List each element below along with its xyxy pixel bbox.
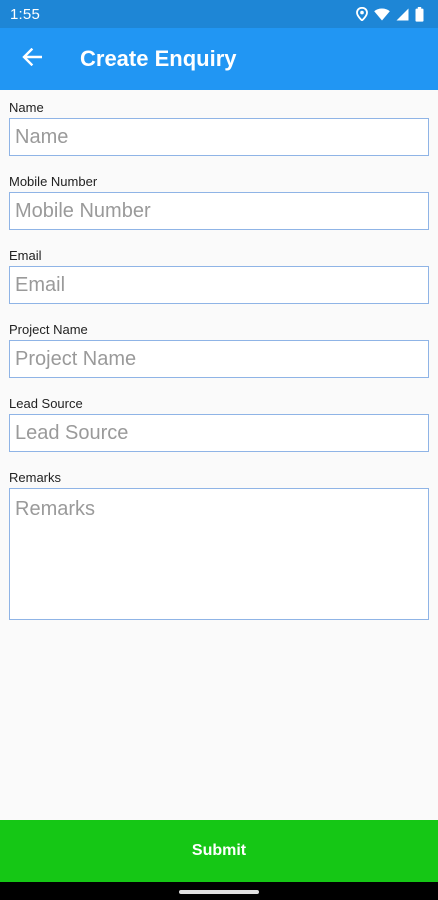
app-bar: Create Enquiry bbox=[0, 28, 438, 90]
remarks-field-group: Remarks bbox=[9, 468, 429, 625]
submit-button[interactable]: Submit bbox=[0, 820, 438, 882]
mobile-number-label: Mobile Number bbox=[9, 174, 98, 189]
lead-source-input[interactable] bbox=[9, 414, 429, 452]
email-field-group: Email bbox=[9, 246, 429, 304]
battery-icon bbox=[415, 6, 424, 22]
remarks-label: Remarks bbox=[9, 470, 62, 485]
mobile-number-input[interactable] bbox=[9, 192, 429, 230]
page-title: Create Enquiry bbox=[80, 46, 237, 71]
status-bar: 1:55 bbox=[0, 0, 438, 28]
lead-source-label: Lead Source bbox=[9, 396, 83, 411]
remarks-textarea[interactable] bbox=[9, 488, 429, 620]
signal-icon bbox=[396, 8, 409, 21]
location-icon bbox=[356, 7, 368, 21]
enquiry-form: Name Mobile Number Email Project Name Le… bbox=[0, 90, 438, 820]
lead-source-field-group: Lead Source bbox=[9, 394, 429, 452]
project-name-label: Project Name bbox=[9, 322, 88, 337]
project-name-field-group: Project Name bbox=[9, 320, 429, 378]
back-button[interactable] bbox=[0, 28, 64, 90]
name-label: Name bbox=[9, 100, 44, 115]
status-time: 1:55 bbox=[10, 5, 40, 23]
arrow-back-icon bbox=[22, 47, 43, 71]
home-indicator[interactable] bbox=[179, 890, 259, 894]
name-field-group: Name bbox=[9, 98, 429, 156]
status-icons bbox=[356, 6, 424, 22]
name-input[interactable] bbox=[9, 118, 429, 156]
email-label: Email bbox=[9, 248, 42, 263]
email-input[interactable] bbox=[9, 266, 429, 304]
create-enquiry-screen: 1:55 Create Enquiry Name Name Mobile Num… bbox=[0, 0, 438, 900]
wifi-icon bbox=[374, 8, 390, 21]
mobile-number-field-group: Mobile Number bbox=[9, 172, 429, 230]
project-name-input[interactable] bbox=[9, 340, 429, 378]
navigation-bar bbox=[0, 882, 438, 900]
